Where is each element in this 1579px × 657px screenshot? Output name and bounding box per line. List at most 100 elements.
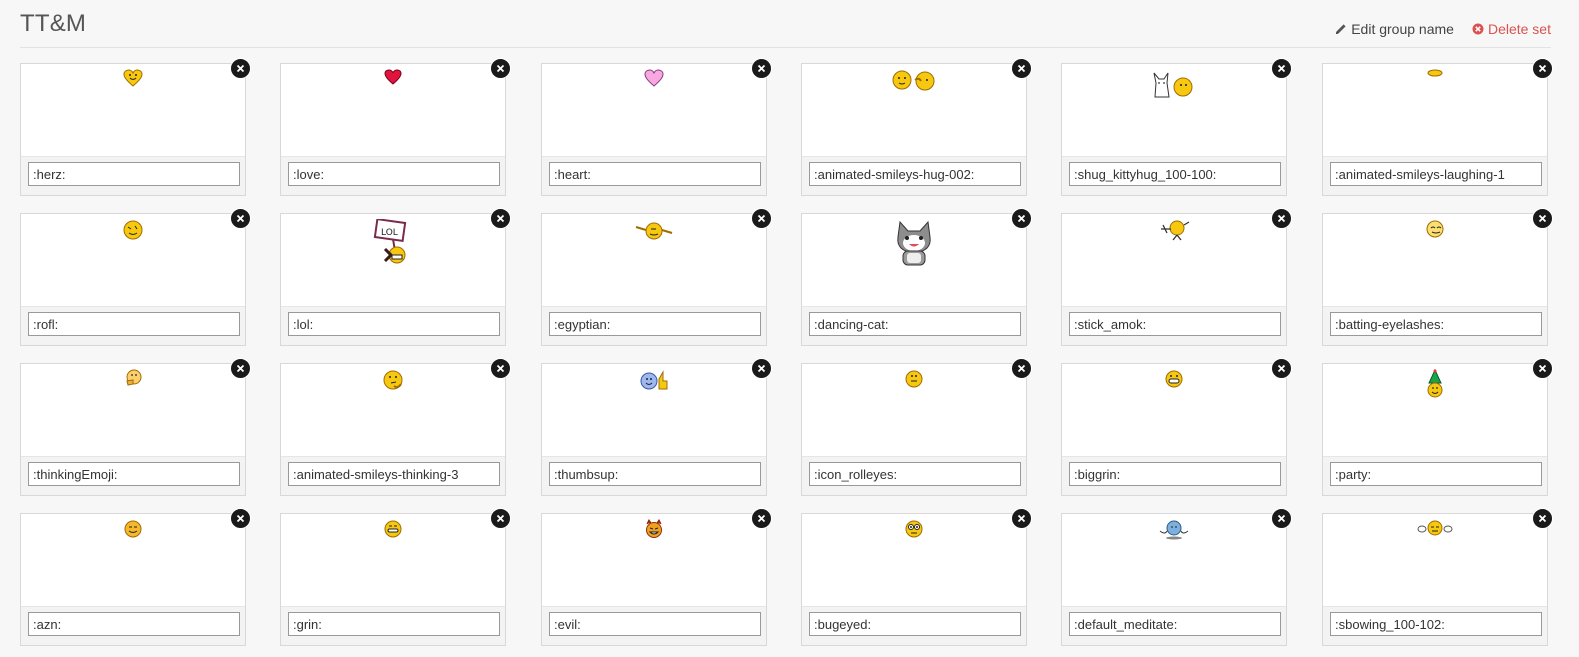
smiley-code-input[interactable] [28, 312, 240, 336]
set-title: TT&M [20, 10, 87, 37]
remove-smiley-button[interactable] [1271, 58, 1292, 79]
remove-smiley-button[interactable] [230, 508, 251, 529]
remove-smiley-button[interactable] [1011, 358, 1032, 379]
smiley-code-input[interactable] [288, 312, 500, 336]
remove-smiley-button[interactable] [490, 508, 511, 529]
close-icon [757, 514, 766, 523]
smiley-card-footer [1323, 456, 1547, 495]
remove-smiley-button[interactable] [1011, 208, 1032, 229]
header-actions: Edit group name Delete set [1335, 21, 1551, 37]
smiley-card-footer [802, 156, 1026, 195]
close-icon [1277, 214, 1286, 223]
close-icon [757, 364, 766, 373]
close-icon [236, 514, 245, 523]
remove-smiley-button[interactable] [490, 358, 511, 379]
edit-group-name-link[interactable]: Edit group name [1335, 21, 1454, 37]
remove-smiley-button[interactable] [751, 358, 772, 379]
close-icon [1538, 514, 1547, 523]
remove-smiley-button[interactable] [751, 508, 772, 529]
smiley-code-input[interactable] [288, 462, 500, 486]
close-icon [1277, 64, 1286, 73]
smiley-code-input[interactable] [1069, 312, 1281, 336]
close-icon [1017, 514, 1026, 523]
close-icon [1538, 214, 1547, 223]
batting-eyelashes-smiley-icon [1425, 219, 1445, 239]
close-icon [1538, 364, 1547, 373]
smiley-code-input[interactable] [549, 612, 761, 636]
delete-set-link[interactable]: Delete set [1472, 21, 1551, 37]
smiley-code-input[interactable] [1069, 462, 1281, 486]
smiley-card [1322, 358, 1553, 496]
smiley-card [801, 508, 1032, 646]
close-icon [1017, 214, 1026, 223]
smiley-card [541, 208, 772, 346]
smiley-code-input[interactable] [288, 162, 500, 186]
biggrin-smiley-icon [1164, 369, 1184, 389]
heart-smiley-icon [123, 69, 143, 87]
smiley-code-input[interactable] [549, 312, 761, 336]
smiley-card-footer [802, 306, 1026, 345]
thumbsup-smiley-icon [639, 369, 669, 391]
close-icon [496, 514, 505, 523]
smiley-code-input[interactable] [809, 612, 1021, 636]
kitty-hug-icon [1151, 69, 1197, 99]
bowing-smiley-icon [1417, 519, 1453, 537]
smiley-code-input[interactable] [549, 462, 761, 486]
smiley-code-input[interactable] [809, 312, 1021, 336]
remove-smiley-button[interactable] [230, 358, 251, 379]
smiley-card [280, 58, 511, 196]
smiley-card [20, 208, 251, 346]
smiley-card-footer [1323, 606, 1547, 645]
smiley-code-input[interactable] [1330, 312, 1542, 336]
remove-smiley-button[interactable] [751, 58, 772, 79]
smiley-code-input[interactable] [28, 462, 240, 486]
smiley-card-footer [21, 606, 245, 645]
svg-text:LOL: LOL [381, 228, 398, 238]
smiley-code-input[interactable] [28, 612, 240, 636]
smiley-card-footer [542, 606, 766, 645]
dancing-cat-icon [892, 219, 936, 267]
grin-smiley-icon [383, 519, 403, 539]
smiley-card [20, 58, 251, 196]
remove-smiley-button[interactable] [751, 208, 772, 229]
smiley-code-input[interactable] [1330, 162, 1542, 186]
remove-smiley-button[interactable] [1011, 58, 1032, 79]
smiley-card-footer [1323, 306, 1547, 345]
smiley-code-input[interactable] [1330, 612, 1542, 636]
smiley-code-input[interactable] [1330, 462, 1542, 486]
remove-smiley-button[interactable] [1011, 508, 1032, 529]
smiley-card [1322, 508, 1553, 646]
smiley-code-input[interactable] [288, 612, 500, 636]
remove-smiley-button[interactable] [1532, 508, 1553, 529]
remove-smiley-button[interactable] [1271, 358, 1292, 379]
remove-smiley-button[interactable] [1271, 208, 1292, 229]
remove-smiley-button[interactable] [1532, 358, 1553, 379]
smiley-card-footer [1323, 156, 1547, 195]
smiley-card [1061, 58, 1292, 196]
evil-smiley-icon [644, 519, 664, 539]
smiley-code-input[interactable] [809, 462, 1021, 486]
smiley-code-input[interactable] [809, 162, 1021, 186]
remove-smiley-button[interactable] [1271, 508, 1292, 529]
remove-smiley-button[interactable] [1532, 208, 1553, 229]
smiley-code-input[interactable] [28, 162, 240, 186]
hugging-smileys-icon [891, 69, 937, 91]
lol-sign-smiley-icon: LOL [373, 219, 413, 265]
thinking-emoji-icon [124, 369, 142, 387]
smiley-code-input[interactable] [549, 162, 761, 186]
pink-heart-icon [644, 69, 664, 87]
smiley-card [801, 358, 1032, 496]
red-heart-icon [384, 69, 402, 85]
party-hat-smiley-icon [1426, 369, 1444, 399]
remove-smiley-button[interactable] [1532, 58, 1553, 79]
remove-smiley-button[interactable] [230, 58, 251, 79]
smiley-code-input[interactable] [1069, 612, 1281, 636]
close-icon [1277, 514, 1286, 523]
smiley-code-input[interactable] [1069, 162, 1281, 186]
close-icon [1017, 364, 1026, 373]
remove-smiley-button[interactable] [490, 58, 511, 79]
remove-smiley-button[interactable] [490, 208, 511, 229]
set-header: TT&M Edit group name Delete set [20, 0, 1551, 48]
remove-smiley-button[interactable] [230, 208, 251, 229]
close-icon [236, 364, 245, 373]
